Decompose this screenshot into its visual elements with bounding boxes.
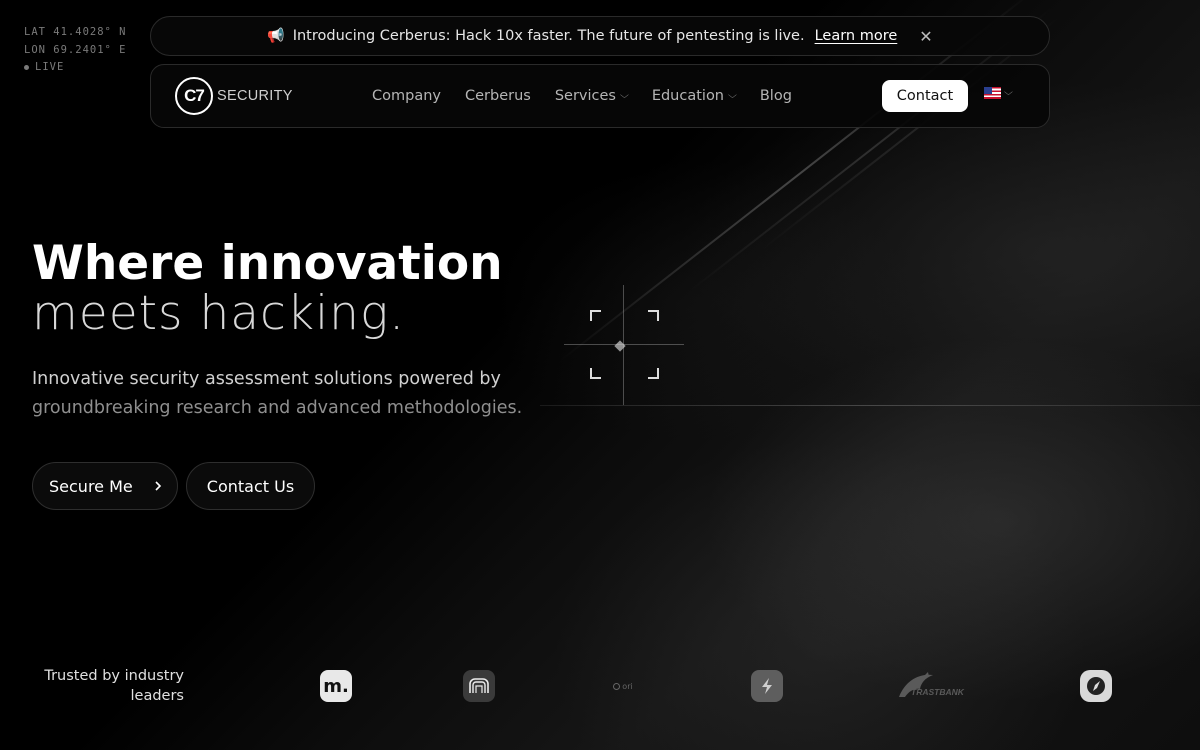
trastbank-text: TRASTBANK	[911, 687, 964, 697]
contact-button[interactable]: Contact	[882, 80, 968, 112]
trusted-by-label: Trusted by industry leaders	[44, 668, 184, 704]
live-indicator: LIVE	[24, 59, 127, 77]
language-selector[interactable]: ⌵	[984, 87, 1013, 99]
crosshair-target-icon	[564, 285, 684, 405]
announcement-text: Introducing Cerberus: Hack 10x faster. T…	[292, 28, 805, 44]
nav-label: Education	[651, 88, 725, 104]
hero-title-bold: Where innovation	[32, 236, 503, 291]
nav-label: Cerberus	[464, 88, 531, 104]
nav-item-services[interactable]: Services ⌵	[554, 88, 629, 104]
megaphone-icon: 📢	[267, 28, 285, 44]
live-dot-icon	[24, 64, 29, 70]
crosshair-corner	[648, 368, 659, 379]
nav-item-education[interactable]: Education ⌵	[651, 88, 737, 104]
hero-subtitle-line-2: groundbreaking research and advanced met…	[32, 398, 523, 418]
us-flag-icon	[984, 87, 1001, 99]
bolt-icon	[762, 678, 772, 694]
c7-security-logo[interactable]: C7 SECURITY	[175, 77, 293, 115]
chevron-down-icon: ⌵	[1003, 88, 1013, 98]
chevron-down-icon: ⌵	[619, 91, 629, 101]
logo-mark: C7	[175, 77, 213, 115]
chevron-right-icon	[155, 481, 161, 491]
hero-title: Where innovation meets hacking.	[32, 238, 503, 338]
trastbank-logo: TRASTBANK	[895, 670, 971, 702]
hero-subtitle: Innovative security assessment solutions…	[32, 365, 522, 423]
bolt-logo	[751, 670, 783, 702]
contact-us-button[interactable]: Contact Us	[186, 462, 315, 510]
nav-label: Blog	[759, 88, 792, 104]
close-icon[interactable]: ✕	[919, 27, 932, 46]
compass-icon	[1087, 677, 1105, 695]
nav-label: Company	[372, 88, 441, 104]
nav-links: Company Cerberus Services ⌵ Education ⌵ Bl…	[372, 65, 792, 127]
client-logos: m. ori TRASTBANK	[320, 670, 1120, 702]
hero-subtitle-line-1: Innovative security assessment solutions…	[32, 369, 501, 389]
latitude-readout: LAT 41.4028° N	[24, 26, 127, 38]
m-logo: m.	[320, 670, 352, 702]
ori-logo-text: ori	[622, 681, 633, 691]
longitude-readout: LON 69.2401° E	[24, 43, 127, 56]
live-label: LIVE	[35, 61, 65, 73]
nav-item-blog[interactable]: Blog	[760, 88, 792, 104]
compass-logo	[1080, 670, 1112, 702]
announcement-banner: 📢 Introducing Cerberus: Hack 10x faster.…	[150, 16, 1050, 56]
nav-label: Services	[554, 88, 616, 104]
coordinates-readout: LAT 41.4028° N LON 69.2401° E LIVE	[24, 24, 127, 77]
horizon-line	[540, 405, 1200, 406]
chevron-down-icon: ⌵	[727, 91, 737, 101]
main-navbar: C7 SECURITY Company Cerberus Services ⌵ E…	[150, 64, 1050, 128]
secure-me-label: Secure Me	[49, 476, 133, 496]
circuit-logo	[463, 670, 495, 702]
m-logo-text: m.	[320, 670, 352, 702]
learn-more-link[interactable]: Learn more	[815, 28, 898, 44]
ori-logo: ori	[610, 670, 636, 702]
crosshair-corner	[648, 310, 659, 321]
crosshair-corner	[590, 368, 601, 379]
circuit-icon	[469, 678, 489, 693]
nav-item-cerberus[interactable]: Cerberus	[465, 88, 531, 104]
hero-title-light: meets hacking.	[32, 286, 406, 341]
ori-ring-icon	[613, 682, 621, 690]
secure-me-button[interactable]: Secure Me	[32, 462, 178, 510]
crosshair-corner	[590, 310, 601, 321]
logo-text: SECURITY	[217, 88, 293, 104]
nav-item-company[interactable]: Company	[372, 88, 441, 104]
